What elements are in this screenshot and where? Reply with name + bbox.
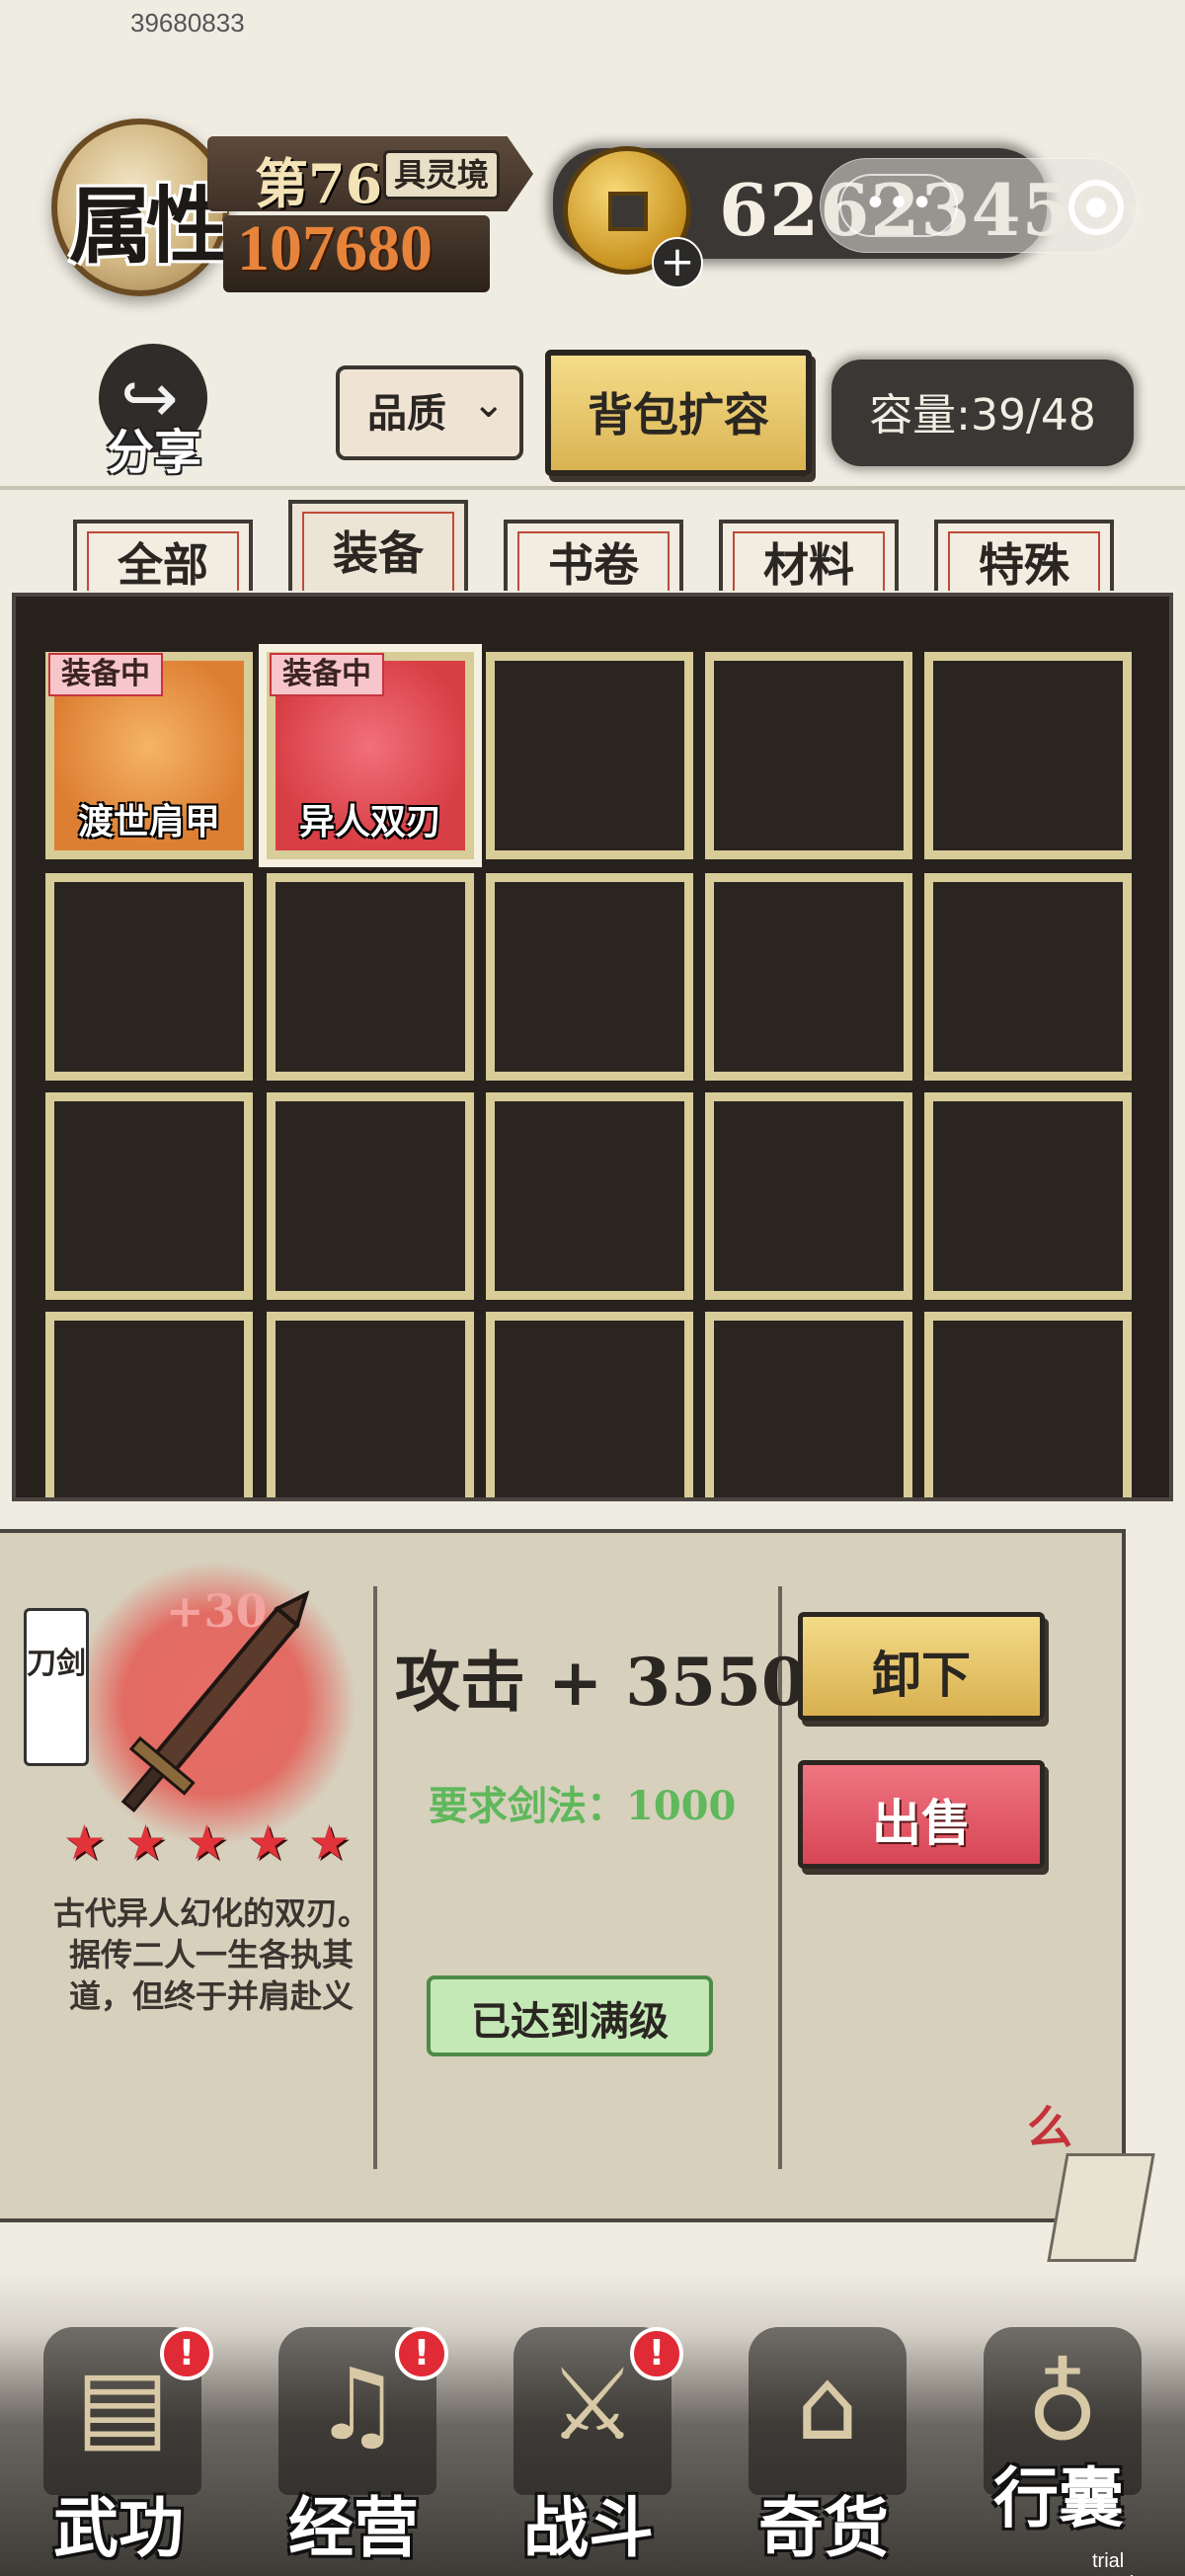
sell-label: 出售 [872,1794,971,1852]
unequip-label: 卸下 [872,1646,971,1704]
inventory-slot-empty[interactable] [486,1312,693,1497]
equipped-badge: 装备中 [48,653,163,696]
inventory-slot-empty[interactable] [267,1092,474,1300]
tab-special[interactable]: 特殊 [934,520,1114,592]
tab-equipment[interactable]: 装备 [288,500,468,591]
tab-divider [0,486,1185,490]
inventory-slot[interactable]: 装备中 渡世肩甲 [45,652,253,859]
alert-badge: ! [630,2327,683,2380]
attack-stat: 攻击 + 3550 [395,1644,807,1721]
tab-label: 材料 [763,538,854,592]
item-type-label: 刀剑 [27,1647,86,1681]
expand-bag-label: 背包扩容 [588,388,769,442]
nav-bag[interactable]: ♁ 行囊 [960,2327,1157,2574]
tab-label: 特殊 [979,538,1069,592]
tab-label: 全部 [118,538,208,592]
nav-management[interactable]: ♫ ! 经营 [255,2327,452,2574]
inventory-slot-empty[interactable] [267,873,474,1081]
combat-power: 107680 [237,212,433,284]
item-description: 古代异人幻化的双刃。据传二人一生各执其道，但终于并肩赴义 [53,1894,370,2015]
page-curl [1047,2153,1155,2262]
inventory-slot-empty[interactable] [267,1312,474,1497]
inventory-slot-empty[interactable] [705,873,912,1081]
equipped-badge: 装备中 [270,653,384,696]
inventory-slot-empty[interactable] [486,652,693,859]
inventory-slot-empty[interactable] [924,1092,1132,1300]
item-name: 异人双刃 [298,801,441,843]
inventory-slot-empty[interactable] [45,1312,253,1497]
quality-filter-label: 品质 [367,390,446,437]
lock-icon[interactable]: 么 [1027,2092,1072,2157]
more-icon[interactable]: ••• [839,174,958,237]
nav-label: 武功 [53,2489,184,2566]
realm-tag: 具灵境 [383,150,500,200]
inventory-slot-empty[interactable] [45,873,253,1081]
item-type-tag [24,1608,89,1766]
inventory-slot-empty[interactable] [924,873,1132,1081]
nav-battle[interactable]: ⚔ ! 战斗 [490,2327,687,2574]
inventory-slot-empty[interactable] [45,1092,253,1300]
tab-all[interactable]: 全部 [73,520,253,592]
user-id: 39680833 [130,8,245,38]
capacity-label: 容量:39/48 [869,390,1096,441]
close-mini-program-icon[interactable] [1068,180,1124,235]
tab-materials[interactable]: 材料 [719,520,899,592]
shop-icon: ⌂ [796,2347,859,2462]
nav-martial-arts[interactable]: ▤ ! 武功 [20,2327,217,2574]
inventory-slot-empty[interactable] [486,873,693,1081]
chevron-down-icon: ⌄ [472,381,506,427]
skill-requirement: 要求剑法：1000 [429,1783,737,1829]
detail-divider [373,1586,377,2169]
star-icon: ★ [308,1815,352,1871]
inventory-slot-empty[interactable] [924,652,1132,859]
add-coins-button[interactable]: + [652,237,703,288]
inventory-slot-empty[interactable] [705,1312,912,1497]
nav-label: 战斗 [523,2489,654,2566]
star-icon: ★ [63,1815,107,1871]
trial-version-label: trial version [1092,2550,1155,2576]
star-icon: ★ [186,1815,229,1871]
tab-label: 书卷 [548,538,639,592]
item-name: 渡世肩甲 [77,801,220,843]
inventory-slot-empty[interactable] [924,1312,1132,1497]
nav-shop[interactable]: ⌂ 奇货 [725,2327,922,2574]
alert-badge: ! [160,2327,213,2380]
nav-label: 行囊 [993,2459,1124,2536]
inventory-slot[interactable]: 装备中 异人双刃 [267,652,474,859]
star-icon: ★ [247,1815,290,1871]
enhance-level: +30 [166,1584,268,1638]
coin-hole [608,192,648,231]
alert-badge: ! [395,2327,448,2380]
level-text: 第76 [255,152,383,215]
inventory-slot-empty[interactable] [705,1092,912,1300]
nav-label: 奇货 [758,2489,889,2566]
inventory-slot-empty[interactable] [486,1092,693,1300]
share-label: 分享 [107,425,202,480]
inventory-slot-empty[interactable] [705,652,912,859]
max-level-label: 已达到满级 [471,1998,669,2045]
tab-books[interactable]: 书卷 [504,520,683,592]
tab-label: 装备 [333,526,424,580]
star-icon: ★ [124,1815,168,1871]
nav-label: 经营 [288,2489,419,2566]
